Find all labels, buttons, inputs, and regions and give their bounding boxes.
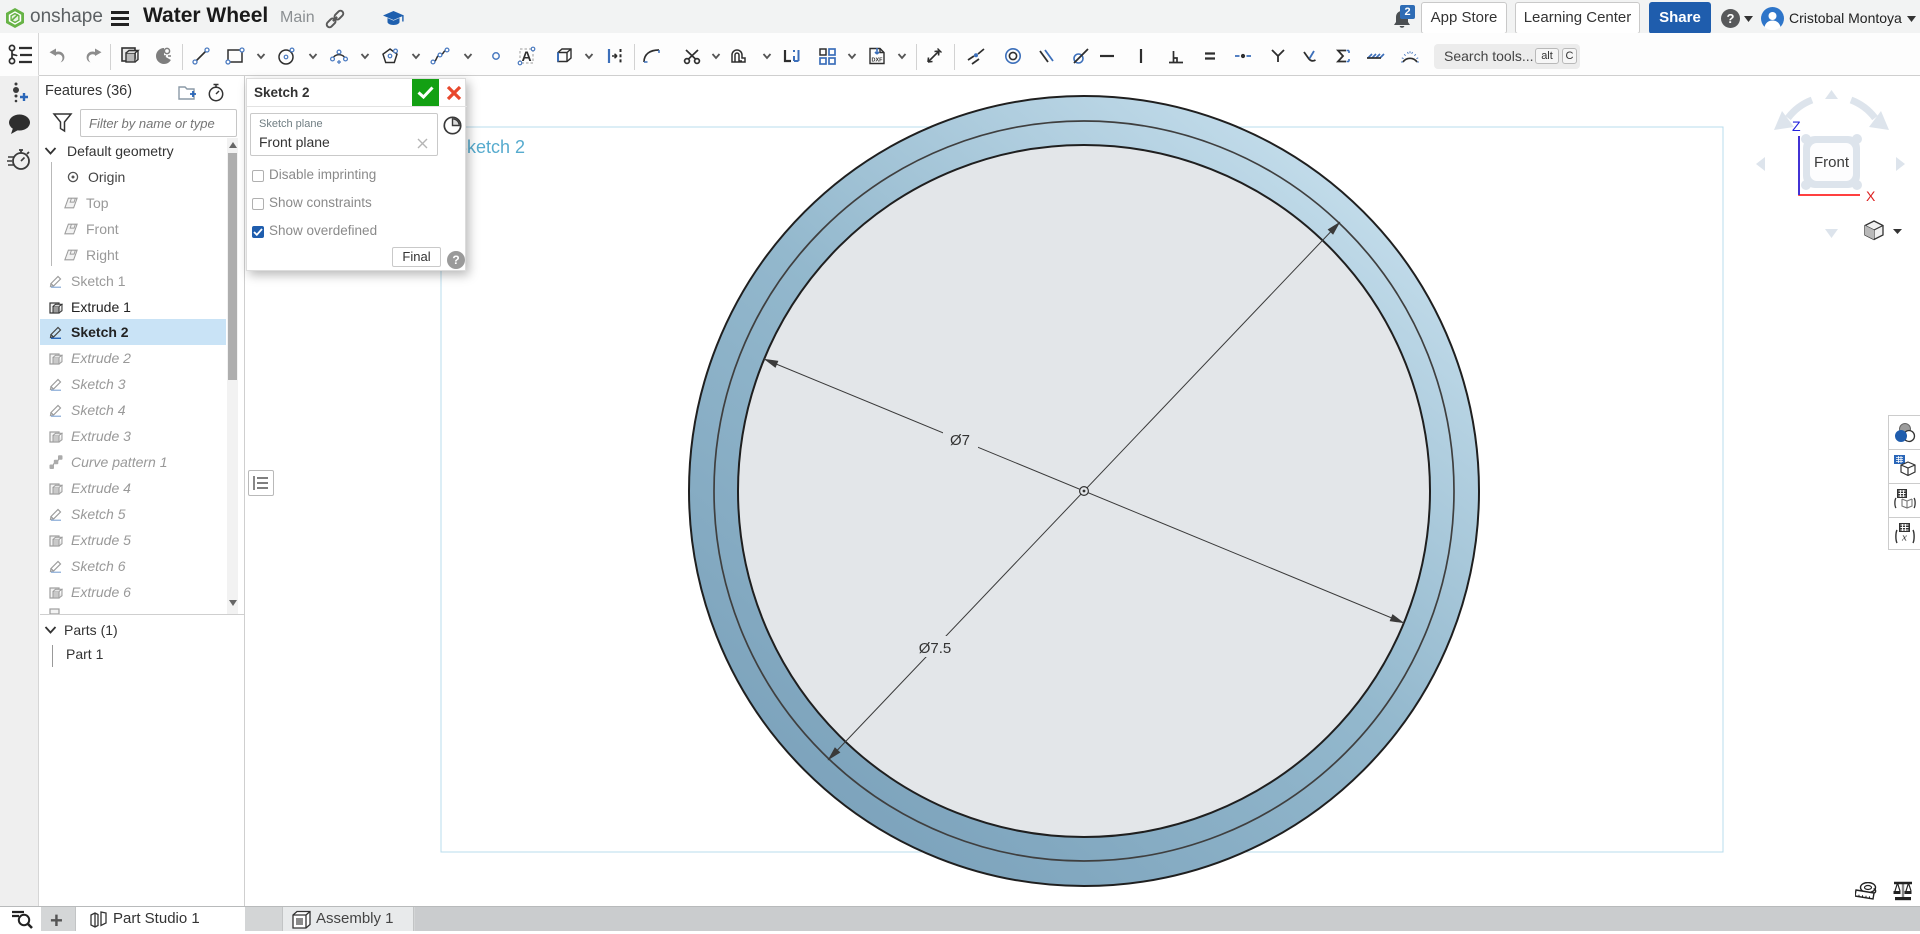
svg-text:Ø7: Ø7 [950,432,970,449]
svg-text:X: X [1866,188,1876,204]
svg-text:DXF: DXF [872,58,884,64]
svg-text:Ø7.5: Ø7.5 [919,640,952,657]
svg-text:Z: Z [1792,118,1801,134]
svg-text:x: x [1901,532,1907,544]
svg-text:Front: Front [1814,154,1850,171]
svg-text:A: A [521,48,531,64]
